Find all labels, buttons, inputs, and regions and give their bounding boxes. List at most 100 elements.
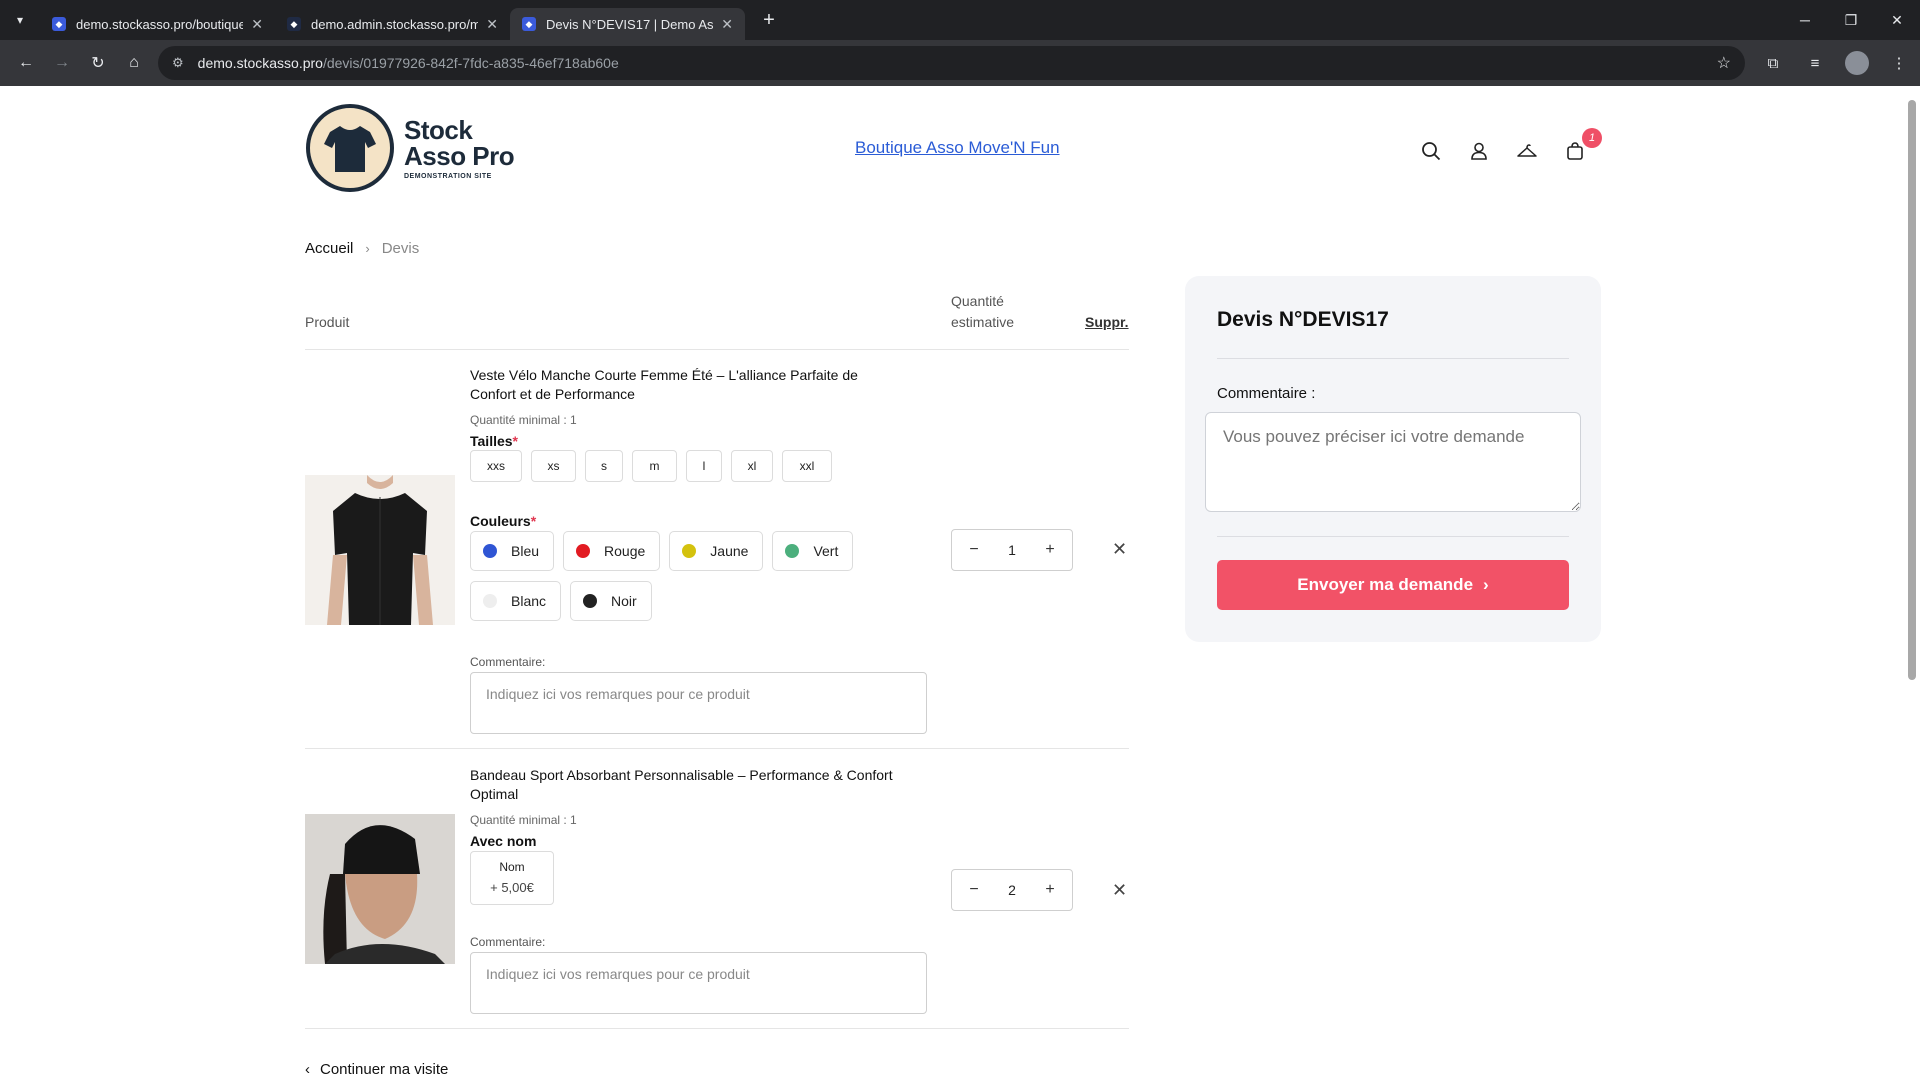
- cart-icon[interactable]: 1: [1562, 128, 1602, 164]
- remove-item-icon[interactable]: ✕: [1112, 539, 1127, 560]
- colors-label: Couleurs*: [470, 513, 537, 529]
- name-option-button[interactable]: Nom + 5,00€: [470, 851, 554, 905]
- column-header-quantity-sub: estimative: [951, 314, 1015, 330]
- color-options: Bleu Rouge Jaune Vert Blanc Noir: [470, 531, 930, 621]
- send-request-button[interactable]: Envoyer ma demande ›: [1217, 560, 1569, 610]
- extensions-icon[interactable]: ⧉: [1752, 55, 1794, 72]
- product-title[interactable]: Bandeau Sport Absorbant Personnalisable …: [470, 766, 900, 804]
- size-options: xxs xs s m l xl xxl: [470, 450, 832, 482]
- minimize-icon[interactable]: ─: [1782, 0, 1828, 40]
- continue-shopping-link[interactable]: ‹ Continuer ma visite: [305, 1061, 448, 1078]
- browser-tab-3[interactable]: ◆ Devis N°DEVIS17 | Demo Asso ✕: [510, 8, 745, 40]
- color-option-label: Bleu: [511, 543, 540, 559]
- logo-text-line2: Asso Pro: [404, 140, 515, 171]
- tab-title: demo.stockasso.pro/boutiques: [76, 16, 244, 32]
- shop-link[interactable]: Boutique Asso Move'N Fun: [855, 138, 1060, 158]
- forward-icon[interactable]: →: [44, 45, 80, 81]
- quantity-value[interactable]: 2: [1008, 882, 1016, 898]
- row-divider: [305, 748, 1129, 749]
- product-min-quantity: Quantité minimal : 1: [470, 413, 577, 427]
- restore-icon[interactable]: ❐: [1828, 0, 1874, 40]
- size-option-xl[interactable]: xl: [731, 450, 773, 482]
- logo-tagline: DEMONSTRATION SITE: [404, 172, 492, 180]
- colors-label-text: Couleurs: [470, 513, 531, 529]
- quantity-value[interactable]: 1: [1008, 542, 1016, 558]
- option-name: Nom: [499, 860, 525, 874]
- media-control-icon[interactable]: ≡: [1794, 55, 1836, 72]
- close-tab-icon[interactable]: ✕: [486, 16, 498, 33]
- decrement-button[interactable]: −: [966, 881, 982, 899]
- page-scrollbar[interactable]: [1904, 86, 1920, 1080]
- size-option-s[interactable]: s: [585, 450, 623, 482]
- account-icon[interactable]: [1466, 138, 1492, 164]
- breadcrumb-current: Devis: [381, 240, 420, 257]
- profile-avatar[interactable]: [1836, 51, 1878, 75]
- size-option-xs[interactable]: xs: [531, 450, 576, 482]
- color-swatch-icon: [483, 594, 497, 608]
- new-tab-icon[interactable]: +: [755, 9, 783, 32]
- color-option-label: Rouge: [604, 543, 646, 559]
- browser-toolbar: ← → ↻ ⌂ ⚙ demo.stockasso.pro /devis/0197…: [0, 40, 1920, 86]
- product-comment-field[interactable]: Indiquez ici vos remarques pour ce produ…: [470, 952, 927, 1014]
- cart-count-badge: 1: [1582, 128, 1602, 148]
- breadcrumb-home[interactable]: Accueil: [305, 240, 353, 257]
- product-image-jersey[interactable]: [305, 475, 455, 625]
- size-option-l[interactable]: l: [686, 450, 722, 482]
- color-swatch-icon: [785, 544, 800, 558]
- color-option-vert[interactable]: Vert: [772, 531, 854, 571]
- product-title[interactable]: Veste Vélo Manche Courte Femme Été – L'a…: [470, 366, 900, 404]
- product-comment-field[interactable]: Indiquez ici vos remarques pour ce produ…: [470, 672, 927, 734]
- tab-search-icon[interactable]: ▾: [0, 0, 40, 40]
- reload-icon[interactable]: ↻: [80, 45, 116, 81]
- color-option-jaune[interactable]: Jaune: [669, 531, 764, 571]
- logo-text-line1: Stock: [404, 114, 473, 145]
- decrement-button[interactable]: −: [966, 541, 982, 559]
- toolbar-right: ⧉ ≡ ⋮: [1752, 40, 1920, 86]
- site-logo[interactable]: Stock Asso Pro DEMONSTRATION SITE: [306, 104, 515, 192]
- color-option-bleu[interactable]: Bleu: [470, 531, 555, 571]
- size-option-xxs[interactable]: xxs: [470, 450, 522, 482]
- color-swatch-icon: [576, 544, 591, 558]
- scrollbar-thumb[interactable]: [1908, 100, 1916, 680]
- address-bar[interactable]: ⚙ demo.stockasso.pro /devis/01977926-842…: [158, 46, 1745, 80]
- home-icon[interactable]: ⌂: [116, 45, 152, 81]
- increment-button[interactable]: +: [1042, 881, 1058, 899]
- color-option-label: Vert: [813, 543, 839, 559]
- product-comment-label: Commentaire:: [470, 935, 546, 949]
- color-option-rouge[interactable]: Rouge: [563, 531, 661, 571]
- search-icon[interactable]: [1418, 138, 1444, 164]
- quote-comment-label: Commentaire :: [1217, 385, 1316, 402]
- close-tab-icon[interactable]: ✕: [251, 16, 263, 33]
- color-swatch-icon: [483, 544, 497, 558]
- hanger-icon[interactable]: [1514, 138, 1540, 164]
- chevron-right-icon: ›: [1483, 575, 1489, 594]
- quote-comment-field[interactable]: [1205, 412, 1581, 512]
- back-icon[interactable]: ←: [8, 45, 44, 81]
- size-option-xxl[interactable]: xxl: [782, 450, 832, 482]
- browser-menu-icon[interactable]: ⋮: [1878, 54, 1920, 72]
- browser-tab-strip: ▾ ◆ demo.stockasso.pro/boutiques ✕ ◆ dem…: [0, 0, 1920, 40]
- browser-tab-1[interactable]: ◆ demo.stockasso.pro/boutiques ✕: [40, 8, 275, 40]
- site-info-icon[interactable]: ⚙: [172, 55, 184, 71]
- panel-divider: [1217, 536, 1569, 537]
- size-option-m[interactable]: m: [632, 450, 677, 482]
- color-option-noir[interactable]: Noir: [570, 581, 652, 621]
- product-image-headband[interactable]: [305, 814, 455, 964]
- close-tab-icon[interactable]: ✕: [721, 16, 733, 33]
- window-close-icon[interactable]: ✕: [1874, 0, 1920, 40]
- url-path: /devis/01977926-842f-7fdc-a835-46ef718ab…: [322, 55, 619, 71]
- remove-item-icon[interactable]: ✕: [1112, 880, 1127, 901]
- increment-button[interactable]: +: [1042, 541, 1058, 559]
- color-swatch-icon: [682, 544, 697, 558]
- column-header-quantity: Quantité: [951, 293, 1004, 309]
- quantity-stepper: − 1 +: [951, 529, 1073, 571]
- bookmark-star-icon[interactable]: ☆: [1717, 53, 1731, 73]
- column-header-product: Produit: [305, 314, 350, 330]
- page-viewport: Stock Asso Pro DEMONSTRATION SITE Boutiq…: [0, 86, 1904, 1080]
- browser-tab-2[interactable]: ◆ demo.admin.stockasso.pro/men ✕: [275, 8, 510, 40]
- quote-panel: Devis N°DEVIS17 Commentaire : Envoyer ma…: [1185, 276, 1601, 642]
- breadcrumb: Accueil › Devis: [305, 240, 419, 257]
- color-option-blanc[interactable]: Blanc: [470, 581, 562, 621]
- column-header-remove: Suppr.: [1085, 314, 1129, 330]
- table-divider: [305, 349, 1129, 350]
